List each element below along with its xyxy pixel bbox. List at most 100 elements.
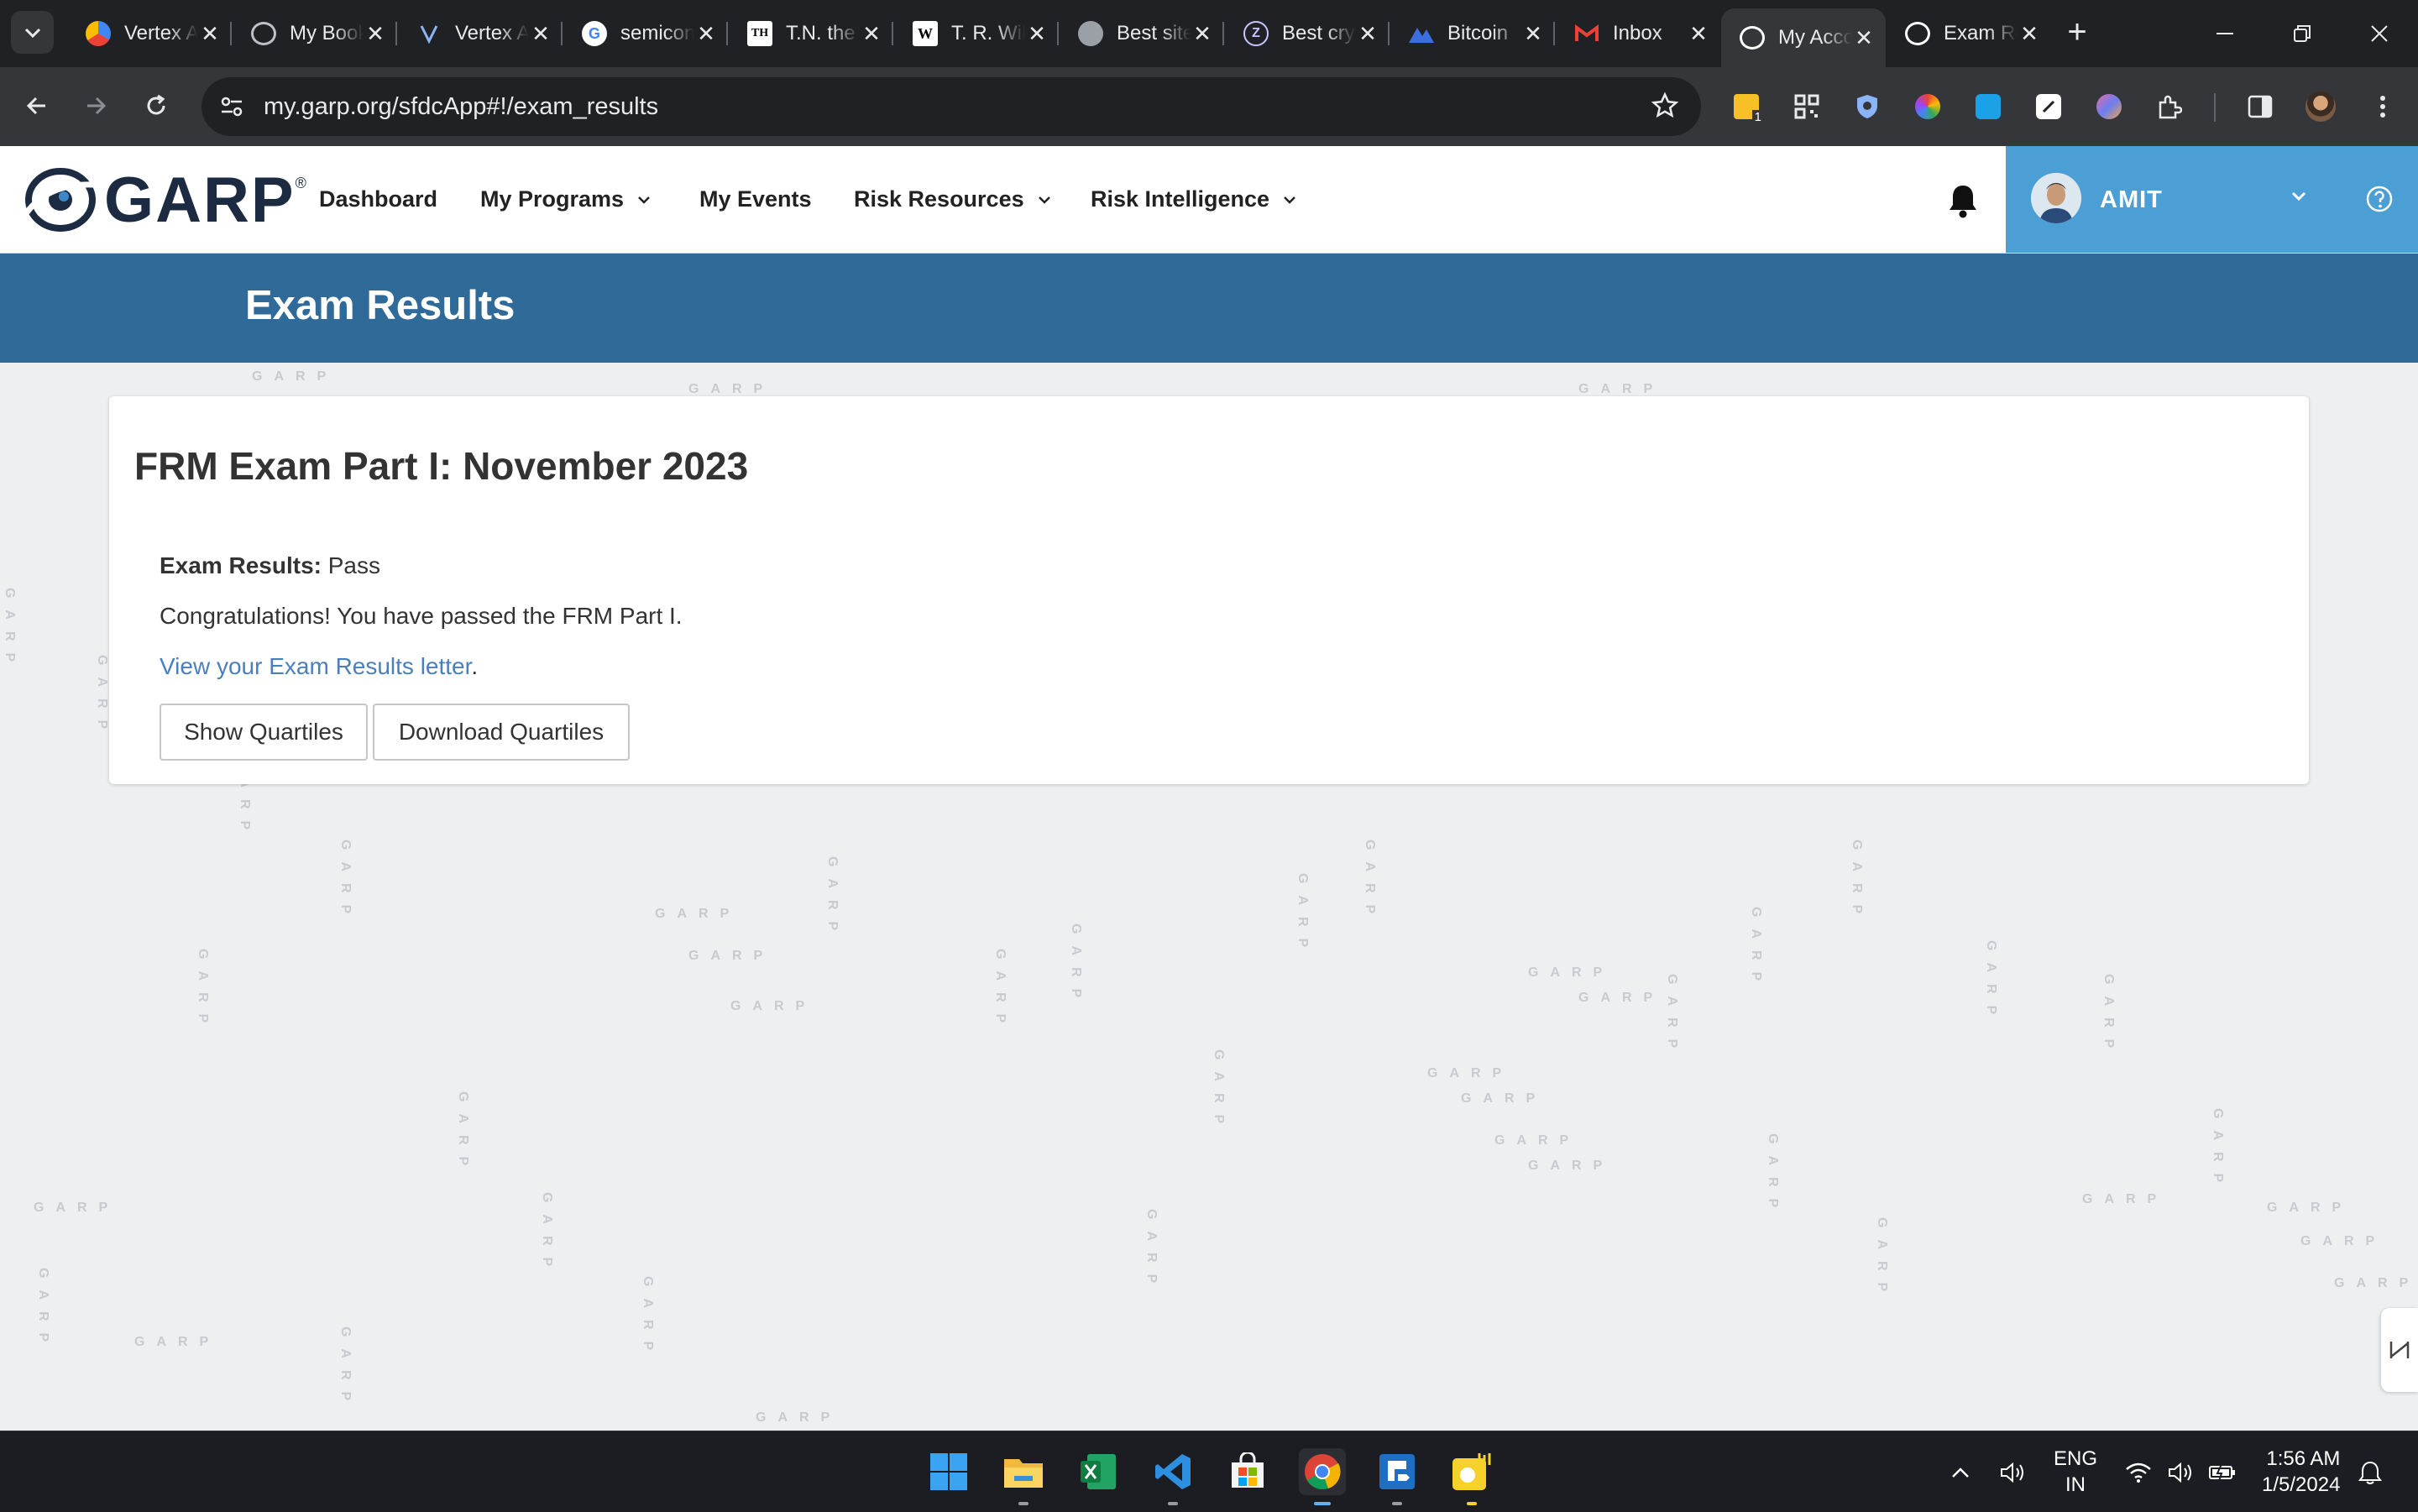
browser-toolbar: my.garp.org/sfdcApp#!/exam_results 1 (0, 67, 2418, 146)
browser-tab[interactable]: Best sites ✕ (1060, 8, 1224, 59)
close-tab-icon[interactable]: ✕ (364, 21, 387, 47)
chevron-down-icon (1038, 196, 1050, 204)
browser-tab[interactable]: Exam Results ✕ (1887, 8, 2051, 59)
sticky-player-icon[interactable] (1448, 1448, 1495, 1505)
language-indicator[interactable]: ENG IN (2054, 1446, 2097, 1498)
browser-tab[interactable]: Z Best crypto ✕ (1225, 8, 1390, 59)
minimize-icon (2216, 33, 2233, 34)
watermark-text: GARP (1528, 1159, 1615, 1173)
close-tab-icon[interactable]: ✕ (529, 21, 552, 47)
browser-tab-active[interactable]: My Account ✕ (1721, 8, 1886, 67)
watermark-text: GARP (1069, 923, 1083, 1010)
side-drawer-handle[interactable] (2381, 1308, 2418, 1392)
profile-avatar-icon[interactable] (2304, 90, 2337, 123)
chevron-down-icon (638, 196, 650, 204)
browser-tab[interactable]: TH T.N. the Hindu ✕ (729, 8, 893, 59)
minimize-button[interactable] (2187, 0, 2263, 67)
reload-button[interactable] (134, 84, 178, 128)
exam-results-letter-link[interactable]: View your Exam Results letter (160, 653, 471, 679)
watermark-text: GARP (1749, 907, 1763, 993)
close-window-button[interactable] (2342, 0, 2417, 67)
excel-icon[interactable] (1075, 1448, 1122, 1495)
chrome-icon[interactable] (1299, 1448, 1346, 1505)
close-tab-icon[interactable]: ✕ (1687, 21, 1710, 47)
wifi-icon[interactable] (2124, 1458, 2153, 1487)
close-tab-icon[interactable]: ✕ (860, 21, 883, 47)
watermark-text: GARP (36, 1268, 50, 1354)
reload-icon (147, 94, 165, 115)
browser-tab[interactable]: Vertex AI ✕ (67, 8, 232, 59)
clock[interactable]: 1:56 AM 1/5/2024 (2262, 1446, 2340, 1498)
watermark-text: GARP (1363, 840, 1377, 926)
translate-extension-icon[interactable] (1971, 90, 2005, 123)
browser-tab-strip: Vertex AI ✕ My Bookmarks ✕ Vertex AI ✕ G… (0, 0, 2418, 67)
browser-tab[interactable]: G semiconductor ✕ (563, 8, 728, 59)
browser-tab[interactable]: W T. R. Wikipedia ✕ (894, 8, 1059, 59)
close-tab-icon[interactable]: ✕ (1356, 21, 1379, 47)
copilot-extension-icon[interactable] (2092, 90, 2126, 123)
chevron-up-icon[interactable] (1946, 1458, 1975, 1487)
garp-logo[interactable]: GARP ® (24, 165, 306, 236)
volume-icon[interactable] (2166, 1458, 2195, 1487)
windows-start-icon[interactable] (925, 1448, 972, 1495)
file-explorer-icon[interactable] (1000, 1448, 1047, 1505)
notification-center-icon[interactable] (2356, 1458, 2384, 1487)
download-quartiles-button[interactable]: Download Quartiles (373, 704, 630, 761)
watermark-text: GARP (1427, 1066, 1514, 1080)
zeta-icon: Z (1243, 21, 1269, 46)
watermark-text: GARP (993, 949, 1008, 1035)
watermark-text: GARP (540, 1192, 554, 1279)
watermark-text: GARP (196, 949, 210, 1035)
watermark-text: GARP (2300, 1234, 2387, 1248)
show-quartiles-button[interactable]: Show Quartiles (160, 704, 368, 761)
shield-icon[interactable] (1850, 90, 1884, 123)
watermark-text: GARP (1850, 840, 1864, 926)
ms-store-icon[interactable] (1224, 1448, 1271, 1495)
close-tab-icon[interactable]: ✕ (1852, 25, 1876, 51)
watermark-text: GARP (1494, 1133, 1581, 1148)
browser-tab[interactable]: Vertex AI ✕ (398, 8, 563, 59)
battery-icon[interactable] (2208, 1458, 2237, 1487)
qr-code-icon[interactable] (1790, 90, 1824, 123)
site-info-icon (221, 97, 243, 117)
user-menu[interactable]: AMIT (2006, 146, 2418, 253)
keep-extension-icon[interactable]: 1 (1730, 90, 1764, 124)
vscode-icon[interactable] (1149, 1448, 1196, 1505)
new-tab-button[interactable]: + (2059, 15, 2096, 52)
watermark-text: GARP (825, 856, 840, 943)
watermark-text: GARP (688, 949, 775, 963)
notifications-bell-icon[interactable] (1946, 183, 1980, 222)
forward-button[interactable] (74, 84, 118, 128)
extensions-puzzle-icon[interactable] (2153, 90, 2186, 123)
watermark-text: GARP (134, 1335, 221, 1349)
tab-search-button[interactable] (11, 11, 54, 54)
nav-dashboard[interactable]: Dashboard (319, 186, 437, 212)
slider-handle-icon (2389, 1342, 2410, 1358)
color-picker-icon[interactable] (1911, 90, 1944, 123)
nav-my-events[interactable]: My Events (699, 186, 812, 212)
back-button[interactable] (15, 84, 59, 128)
toolbar-divider (2214, 93, 2216, 122)
the-hindu-icon: TH (747, 21, 772, 46)
restore-button[interactable] (2264, 0, 2340, 67)
close-tab-icon[interactable]: ✕ (694, 21, 718, 47)
nav-my-programs[interactable]: My Programs (480, 186, 651, 212)
page-title: Exam Results (245, 283, 516, 328)
audio-device-icon[interactable] (1998, 1458, 2027, 1487)
close-tab-icon[interactable]: ✕ (198, 21, 222, 47)
watermark-text: GARP (2334, 1276, 2418, 1290)
nav-risk-intelligence[interactable]: Risk Intelligence (1091, 186, 1296, 212)
remote-desktop-icon[interactable] (1374, 1448, 1421, 1505)
browser-tab[interactable]: Bitcoin ✕ (1390, 8, 1555, 59)
close-tab-icon[interactable]: ✕ (2018, 21, 2041, 47)
editor-extension-icon[interactable] (2032, 90, 2065, 123)
side-panel-icon[interactable] (2243, 90, 2277, 123)
address-bar[interactable]: my.garp.org/sfdcApp#!/exam_results (202, 77, 1701, 136)
nav-risk-resources[interactable]: Risk Resources (854, 186, 1051, 212)
browser-tab[interactable]: Inbox ✕ (1556, 8, 1720, 59)
close-tab-icon[interactable]: ✕ (1191, 21, 1214, 47)
close-tab-icon[interactable]: ✕ (1521, 21, 1545, 47)
browser-tab[interactable]: My Bookmarks ✕ (233, 8, 397, 59)
close-tab-icon[interactable]: ✕ (1025, 21, 1049, 47)
browser-menu-icon[interactable] (2366, 90, 2400, 123)
